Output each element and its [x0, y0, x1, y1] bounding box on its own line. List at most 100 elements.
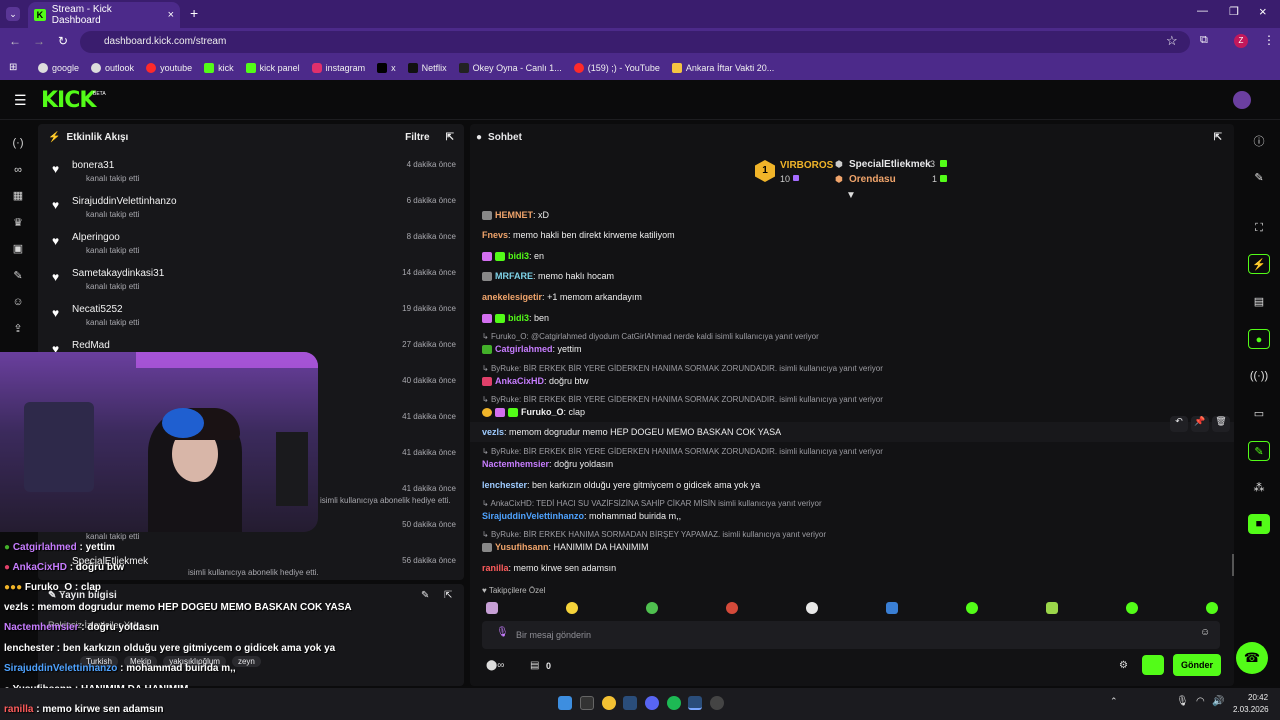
forward-icon[interactable]: → [33, 34, 45, 48]
analytics-icon[interactable]: ▦ [11, 189, 25, 203]
delete-action-icon[interactable]: 🗑 [1212, 416, 1230, 432]
pin-action-icon[interactable]: 📌 [1191, 416, 1209, 432]
volume-icon[interactable]: 🔊 [1212, 696, 1224, 707]
kick-bot-icon[interactable]: ■ [1248, 514, 1270, 534]
kick-logo[interactable]: KICK [41, 88, 96, 113]
emoji-picker-icon[interactable]: ☺ [1200, 627, 1210, 638]
clock-time[interactable]: 20:42 [1248, 693, 1268, 702]
reply-context[interactable]: ↳ AnkaCixHD: TEDİ HACI SU VAZİFSİZİNA SA… [482, 499, 822, 508]
popout-icon[interactable]: ⇱ [446, 132, 454, 143]
reload-icon[interactable]: ↻ [58, 34, 68, 48]
bookmark-youtube-159[interactable]: (159) ;) - YouTube [573, 63, 660, 73]
edit-pencil-icon[interactable]: ✎ [421, 590, 429, 601]
chat-toggle-icon[interactable]: ● [1248, 329, 1270, 349]
activity-detail: kanalı takip etti [86, 282, 140, 291]
pencil-icon[interactable]: ✎ [1248, 168, 1270, 188]
bookmark-instagram[interactable]: instagram [311, 63, 365, 73]
reply-context[interactable]: ↳ ByRuke: BİR ERKEK HANIMA SORMADAN BİRŞ… [482, 530, 826, 539]
tab-kick-dashboard[interactable]: K Stream - Kick Dashboard × [28, 2, 180, 28]
reply-context[interactable]: ↳ ByRuke: BİR ERKEK BİR YERE GİDERKEN HA… [482, 364, 883, 373]
emote-icon[interactable] [726, 602, 738, 614]
live-broadcast-icon[interactable]: (·) [11, 136, 25, 150]
emote-icon[interactable] [1206, 602, 1218, 614]
new-tab-icon[interactable]: + [190, 5, 198, 21]
bookmark-youtube[interactable]: youtube [146, 63, 192, 73]
steam-icon[interactable] [623, 696, 637, 710]
window-close-icon[interactable]: × [1259, 4, 1267, 19]
store-icon[interactable]: ▤ [530, 660, 539, 671]
community-icon[interactable]: ☺ [11, 295, 25, 309]
printer-icon[interactable]: ▭ [1248, 404, 1270, 424]
emote-icon[interactable] [1126, 602, 1138, 614]
quick-action-icon[interactable]: ⚡ [1248, 254, 1270, 274]
reply-context[interactable]: ↳ ByRuke: BİR ERKEK BİR YERE GİDERKEN HA… [482, 395, 883, 404]
emote-icon[interactable] [646, 602, 658, 614]
taskbar-search-icon[interactable] [580, 696, 594, 710]
bookmark-google[interactable]: google [38, 63, 79, 73]
broadcast-icon[interactable]: ((·)) [1248, 366, 1270, 386]
emote-icon[interactable] [1046, 602, 1058, 614]
reply-context[interactable]: ↳ ByRuke: BİR ERKEK BİR YERE GİDERKEN HA… [482, 447, 883, 456]
bookmark-kick[interactable]: kick [204, 63, 234, 73]
bookmark-outlook[interactable]: outlook [91, 63, 134, 73]
clock-date[interactable]: 2.03.2026 [1233, 705, 1269, 714]
chrome-icon[interactable] [602, 696, 616, 710]
chat-settings-icon[interactable]: ⚙ [1119, 660, 1128, 671]
nodes-icon[interactable]: ⁂ [1248, 478, 1270, 498]
hamburger-menu-icon[interactable]: ☰ [14, 92, 27, 109]
wifi-icon[interactable]: ◠ [1196, 696, 1205, 707]
tray-arrow-icon[interactable]: ⌃ [1110, 696, 1118, 707]
mic-tray-icon[interactable]: 🎙 [1176, 696, 1189, 707]
reply-action-icon[interactable]: ↶ [1170, 416, 1188, 432]
channel-points-icon[interactable]: ⬤∞ [486, 660, 504, 671]
windows-start-icon[interactable] [558, 696, 572, 710]
discord-icon[interactable] [645, 696, 659, 710]
wrench-icon[interactable]: ✎ [11, 269, 25, 283]
popout-icon[interactable]: ⇱ [1214, 132, 1222, 143]
clipboard-icon[interactable]: ▤ [1248, 292, 1270, 312]
support-chat-button[interactable]: ☎ [1236, 642, 1268, 674]
bookmark-ankara-iftar[interactable]: Ankara İftar Vakti 20... [671, 63, 774, 73]
tab-search-icon[interactable]: ⌄ [6, 7, 20, 21]
chat-message-input[interactable]: Bir mesaj gönderin [482, 621, 1220, 649]
apps-grid-icon[interactable]: ⊞ [9, 62, 17, 73]
back-icon[interactable]: ← [9, 34, 21, 48]
profile-avatar[interactable]: Z [1234, 34, 1248, 48]
chat-scrollbar[interactable] [1232, 554, 1234, 576]
bookmark-netflix[interactable]: Netflix [407, 63, 447, 73]
popout-icon[interactable]: ⇱ [444, 590, 452, 601]
wrench-tool-icon[interactable]: ✎ [1248, 441, 1270, 461]
info-icon[interactable]: ⓘ [1248, 132, 1270, 152]
fullscreen-icon[interactable]: ⛶ [1248, 218, 1270, 238]
spotify-icon[interactable] [667, 696, 681, 710]
emote-icon[interactable] [806, 602, 818, 614]
reply-context[interactable]: ↳ Furuko_O: @Catgirlahmed diyodum CatGir… [482, 332, 819, 341]
send-button[interactable]: Gönder [1173, 654, 1221, 676]
app-icon[interactable] [710, 696, 724, 710]
tab-close-icon[interactable]: × [168, 9, 174, 21]
emote-icon[interactable] [886, 602, 898, 614]
bookmark-kick-panel[interactable]: kick panel [245, 63, 300, 73]
bookmark-x[interactable]: x [377, 63, 396, 73]
extensions-icon[interactable]: ⧉ [1200, 34, 1208, 47]
link-icon[interactable]: ∞ [11, 163, 25, 177]
bookmark-star-icon[interactable]: ☆ [1166, 33, 1178, 49]
upload-icon[interactable]: ⇪ [11, 322, 25, 336]
menu-dots-icon[interactable]: ⋮ [1263, 33, 1275, 47]
collapse-arrow-icon[interactable]: ▼ [846, 190, 856, 201]
media-icon[interactable]: ▣ [11, 242, 25, 256]
bookmark-okey[interactable]: Okey Oyna - Canlı 1... [458, 63, 562, 73]
activity-filter-button[interactable]: Filtre [405, 132, 429, 143]
minimize-icon[interactable]: — [1197, 5, 1208, 17]
microphone-icon[interactable]: 🎙 [496, 627, 509, 638]
obs-icon[interactable] [688, 696, 702, 710]
url-field[interactable]: dashboard.kick.com/stream [80, 31, 1190, 53]
emote-icon[interactable] [486, 602, 498, 614]
maximize-icon[interactable]: ❐ [1229, 5, 1239, 18]
tag-chip[interactable]: zeyn [231, 656, 261, 667]
kick-bot-icon[interactable] [1142, 655, 1164, 675]
user-avatar[interactable] [1233, 91, 1251, 109]
emote-icon[interactable] [966, 602, 978, 614]
trophy-icon[interactable]: ♛ [11, 216, 25, 230]
emote-icon[interactable] [566, 602, 578, 614]
